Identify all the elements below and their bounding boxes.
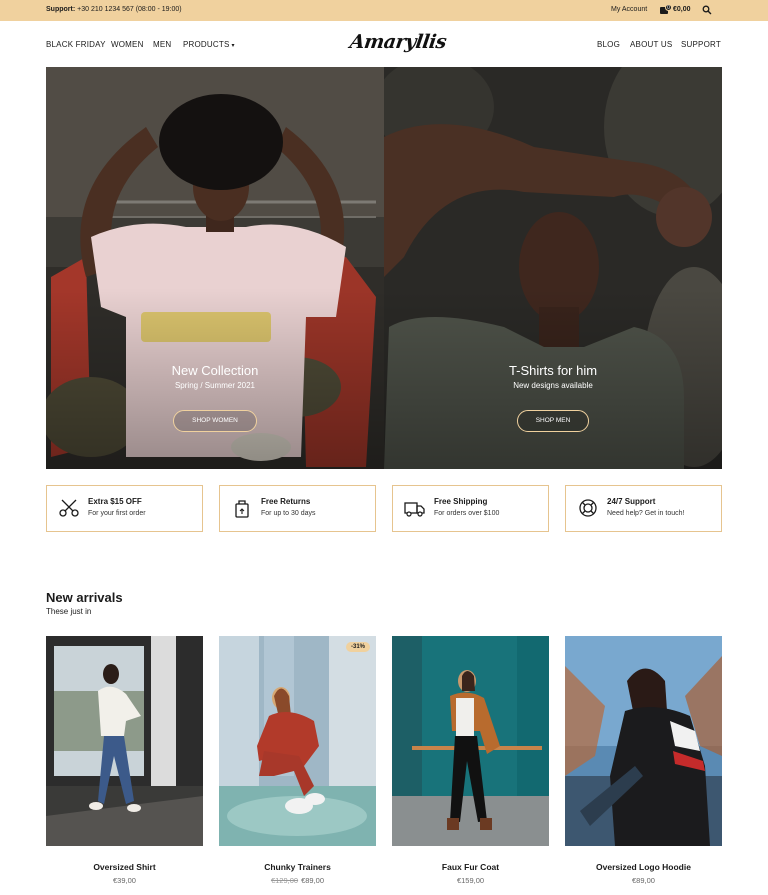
nav-item-products[interactable]: PRODUCTS ▾ (183, 40, 235, 49)
product-image[interactable] (392, 636, 549, 846)
logo[interactable]: Amaryllis (348, 31, 447, 53)
feature-subtitle: For orders over $100 (434, 510, 500, 517)
chevron-down-icon: ▾ (231, 43, 235, 49)
product-price: €39,00 (46, 876, 203, 885)
nav-item-about-us[interactable]: ABOUT US (630, 40, 672, 49)
product-name[interactable]: Chunky Trainers (219, 862, 376, 872)
shop-women-button[interactable]: SHOP WOMEN (173, 410, 257, 432)
hero-subtitle: Spring / Summer 2021 (174, 381, 256, 390)
support-info: Support: +30 210 1234 567 (08:00 - 19:00… (46, 6, 182, 13)
discount-badge: -31% (345, 642, 370, 652)
product-card[interactable]: Oversized Shirt €39,00 (46, 636, 203, 895)
product-old-price: €129,00 (270, 876, 299, 885)
hero-subtitle: New designs available (513, 381, 593, 390)
hero-banner-women[interactable]: New Collection Spring / Summer 2021 SHOP… (46, 67, 384, 469)
feature-title: Free Shipping (434, 497, 488, 506)
cart-total: €0,00 (673, 6, 691, 13)
product-image[interactable] (565, 636, 722, 846)
shop-men-button[interactable]: SHOP MEN (517, 410, 589, 432)
cart-button[interactable]: 0 €0,00 (660, 4, 692, 16)
nav-item-support[interactable]: SUPPORT (681, 40, 721, 49)
product-card[interactable]: Faux Fur Coat €159,00 (392, 636, 549, 895)
product-price: €129,00 €89,00 (219, 876, 376, 885)
nav-item-products-label: PRODUCTS (183, 40, 230, 49)
section-title: New arrivals (46, 590, 123, 605)
product-price: €89,00 (565, 876, 722, 885)
search-icon[interactable] (702, 5, 712, 15)
feature-title: Extra $15 OFF (88, 497, 142, 506)
product-image[interactable] (219, 636, 376, 846)
cart-count-badge: 0 (665, 4, 672, 11)
feature-support: 24/7 Support Need help? Get in touch! (565, 485, 722, 532)
product-name[interactable]: Oversized Shirt (46, 862, 203, 872)
hero-banner-men[interactable]: T-Shirts for him New designs available S… (384, 67, 722, 469)
hero-title: New Collection (171, 363, 259, 378)
lifebuoy-icon (579, 499, 597, 517)
feature-title: 24/7 Support (607, 497, 656, 506)
product-current-price: €89,00 (301, 876, 325, 885)
feature-discount: Extra $15 OFF For your first order (46, 485, 203, 532)
my-account-link[interactable]: My Account (611, 6, 647, 13)
feature-subtitle: For your first order (88, 510, 146, 517)
support-label: Support: (46, 6, 76, 13)
feature-shipping: Free Shipping For orders over $100 (392, 485, 549, 532)
nav-item-black-friday[interactable]: BLACK FRIDAY (46, 40, 106, 49)
feature-subtitle: For up to 30 days (261, 510, 316, 517)
top-bar: Support: +30 210 1234 567 (08:00 - 19:00… (0, 0, 768, 21)
product-name[interactable]: Faux Fur Coat (392, 862, 549, 872)
product-current-price: €89,00 (632, 876, 655, 885)
product-image[interactable] (46, 636, 203, 846)
nav-item-men[interactable]: MEN (153, 40, 171, 49)
scissors-icon (59, 499, 79, 517)
truck-icon (404, 502, 425, 517)
hero-title: T-Shirts for him (508, 363, 598, 378)
product-name[interactable]: Oversized Logo Hoodie (565, 862, 722, 872)
product-current-price: €159,00 (456, 876, 485, 885)
nav-item-women[interactable]: WOMEN (111, 40, 144, 49)
hero-overlay (384, 67, 722, 469)
main-nav: BLACK FRIDAY WOMEN MEN PRODUCTS ▾ Amaryll… (0, 21, 768, 67)
product-card[interactable]: -31% Chunky Trainers €129,00 €89,00 (219, 636, 376, 895)
feature-title: Free Returns (261, 497, 311, 506)
product-current-price: €39,00 (113, 876, 136, 885)
product-price: €159,00 (392, 876, 549, 885)
hero-overlay (46, 67, 384, 469)
product-card[interactable]: Oversized Logo Hoodie €89,00 (565, 636, 722, 895)
feature-subtitle: Need help? Get in touch! (607, 510, 685, 517)
nav-item-blog[interactable]: BLOG (597, 40, 620, 49)
return-bag-icon (235, 500, 249, 518)
section-subtitle: These just in (46, 607, 92, 616)
feature-returns: Free Returns For up to 30 days (219, 485, 376, 532)
support-phone: +30 210 1234 567 (08:00 - 19:00) (77, 6, 182, 13)
